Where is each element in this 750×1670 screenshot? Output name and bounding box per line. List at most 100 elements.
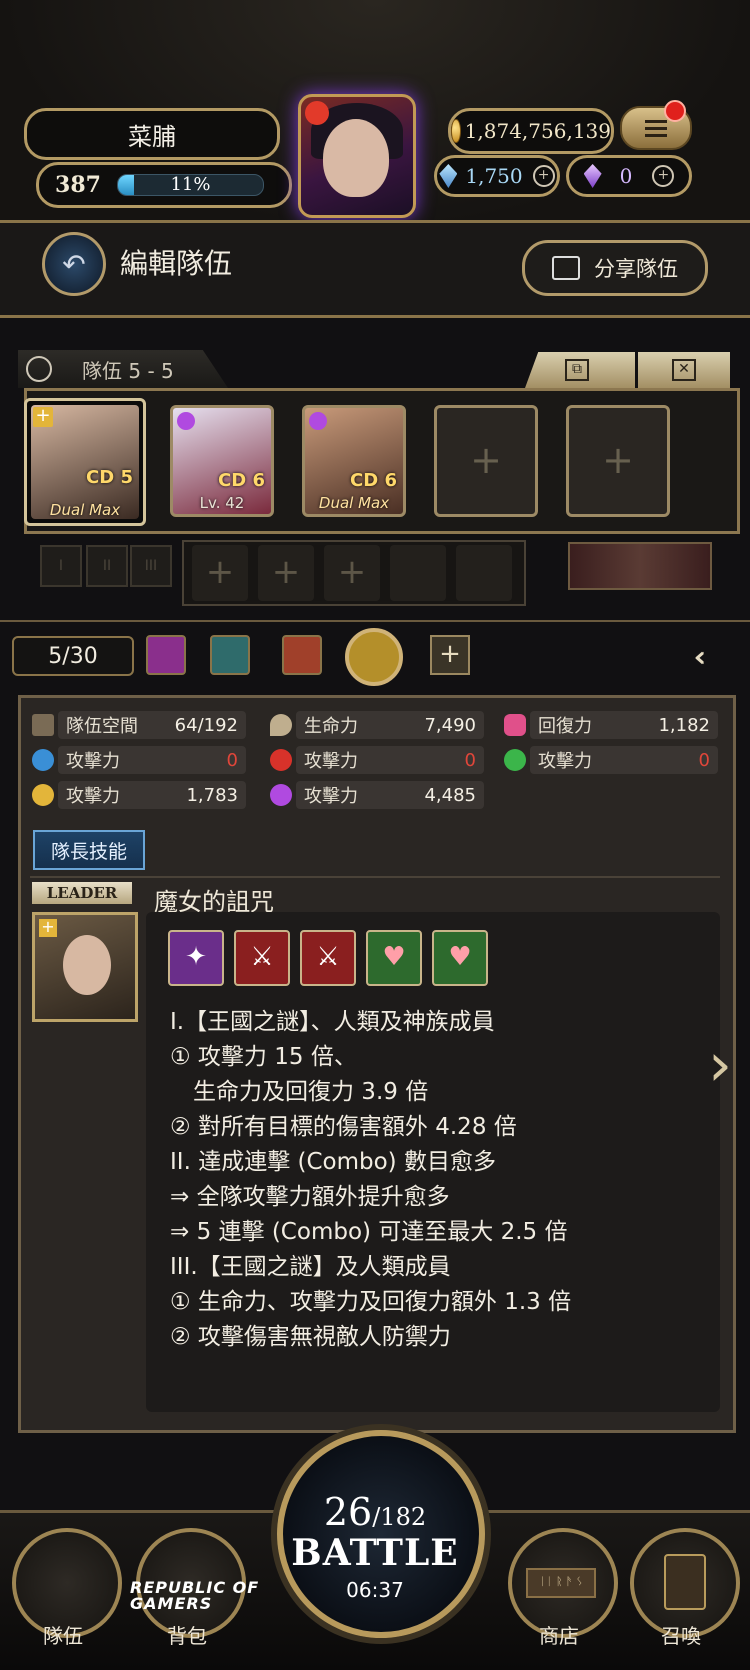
back-button[interactable]: ↶ — [42, 232, 106, 296]
player-avatar[interactable] — [298, 94, 416, 218]
leader-skill-tab[interactable]: 隊長技能 — [33, 830, 145, 870]
earth-attack-stat: 攻擊力 0 — [530, 746, 718, 774]
member-sub-label: Dual Max — [49, 501, 121, 519]
light-head-filter-icon[interactable] — [345, 628, 403, 686]
water-attack-stat: 攻擊力 0 — [58, 746, 246, 774]
xp-progress: 11% — [117, 174, 264, 196]
skill-line: ⇒ 5 連擊 (Combo) 可達至最大 2.5 倍 — [170, 1219, 568, 1245]
rune-slot-1[interactable]: I — [40, 545, 82, 587]
skill-line: ② 攻擊傷害無視敵人防禦力 — [170, 1324, 451, 1350]
nav-shop-label: 商店 — [539, 1624, 579, 1648]
add-diamond-icon[interactable]: + — [532, 165, 555, 187]
heart-plus-icon: ♥ — [432, 930, 488, 986]
cd-label: CD 5 — [86, 467, 133, 488]
earth-attribute-icon — [504, 749, 526, 771]
flag-icon — [32, 714, 54, 736]
stamina-timer: 06:37 — [346, 1578, 404, 1602]
water-attribute-icon — [32, 749, 54, 771]
share-team-button[interactable]: 分享隊伍 — [522, 240, 708, 296]
player-level: 387 — [55, 172, 101, 198]
flower-icon — [305, 101, 329, 125]
sword-break-icon: ✦ — [168, 930, 224, 986]
team-tab-label: 隊伍 5 - 5 — [82, 359, 174, 383]
divider — [30, 876, 720, 878]
team-slot-5-empty[interactable]: + — [566, 405, 670, 517]
stamina-current: 26 — [323, 1490, 373, 1534]
leader-portrait[interactable]: + — [32, 912, 138, 1022]
support-slot-5[interactable]: + — [456, 545, 512, 601]
soul-counter[interactable]: 0 + — [566, 155, 692, 197]
next-page-chevron-icon[interactable]: › — [708, 1030, 732, 1100]
nav-summon-label: 召喚 — [661, 1624, 701, 1648]
skill-line: I.【王國之謎】、人類及神族成員 — [170, 1009, 495, 1035]
cd-label: CD 6 — [218, 470, 265, 491]
drop-icon — [270, 714, 292, 736]
team-slot-4-empty[interactable]: + — [434, 405, 538, 517]
skill-line: ① 攻擊力 15 倍、 — [170, 1044, 357, 1070]
close-icon: ✕ — [672, 359, 696, 381]
gold-amount: 1,874,756,139 — [464, 119, 611, 143]
rog-watermark: REPUBLIC OF GAMERS — [130, 1578, 260, 1613]
battle-label[interactable]: BATTLE — [277, 1532, 473, 1574]
page-title: 編輯隊伍 — [120, 247, 233, 280]
add-support-2[interactable]: + — [258, 545, 314, 601]
team-slot-1[interactable]: + CD 5 Dual Max — [24, 398, 146, 526]
skill-line: III.【王國之謎】及人類成員 — [170, 1254, 451, 1280]
sword-up-icon: ⚔ — [234, 930, 290, 986]
dark-attribute-icon — [270, 784, 292, 806]
fire-attack-stat: 攻擊力 0 — [296, 746, 484, 774]
recovery-stat: 回復力 1,182 — [530, 711, 718, 739]
water-head-filter-icon[interactable] — [210, 635, 250, 675]
sword-up-icon: ⚔ — [300, 930, 356, 986]
nav-bag-label: 背包 — [167, 1624, 207, 1648]
add-filter-button[interactable]: + — [430, 635, 470, 675]
light-attribute-icon: + — [33, 407, 53, 427]
add-support-1[interactable]: + — [192, 545, 248, 601]
coin-icon — [451, 119, 461, 143]
share-label: 分享隊伍 — [594, 257, 678, 281]
craft-slot[interactable] — [568, 542, 712, 590]
clear-team-button[interactable]: ✕ — [638, 352, 730, 388]
dark-attribute-icon — [177, 412, 195, 430]
diamond-counter[interactable]: 1,750 + — [434, 155, 560, 197]
skill-line: ② 對所有目標的傷害額外 4.28 倍 — [170, 1114, 517, 1140]
light-attribute-icon — [32, 784, 54, 806]
dark-attribute-icon — [309, 412, 327, 430]
add-support-3[interactable]: + — [324, 545, 380, 601]
rune-slot-3[interactable]: III — [130, 545, 172, 587]
stamina-max: /182 — [372, 1503, 427, 1531]
notification-dot — [664, 100, 686, 122]
team-space-stat: 隊伍空間 64/192 — [58, 711, 246, 739]
dark-attack-stat: 攻擊力 4,485 — [296, 781, 484, 809]
player-name: 菜脯 — [24, 108, 280, 160]
copy-team-button[interactable]: ⧉ — [525, 352, 635, 388]
diamond-icon — [439, 164, 458, 188]
shop-sign: ᛁᛁ ᚱ ᚫ ᛊ — [526, 1568, 596, 1598]
soul-amount: 0 — [619, 164, 633, 188]
rune-slot-2[interactable]: II — [86, 545, 128, 587]
copy-icon: ⧉ — [565, 359, 589, 381]
nav-team-label: 隊伍 — [43, 1624, 83, 1648]
back-arrow-icon: ↶ — [62, 247, 86, 281]
team-slot-2[interactable]: CD 6 Lv. 42 — [170, 405, 274, 517]
leaf-icon — [26, 356, 52, 382]
hp-stat: 生命力 7,490 — [296, 711, 484, 739]
team-slot-3[interactable]: CD 6 Dual Max — [302, 405, 406, 517]
member-sub-label: Lv. 42 — [199, 494, 245, 512]
cd-label: CD 6 — [350, 470, 397, 491]
skill-line: ① 生命力、攻擊力及回復力額外 1.3 倍 — [170, 1289, 572, 1315]
light-attack-stat: 攻擊力 1,783 — [58, 781, 246, 809]
soul-crystal-icon — [583, 164, 602, 188]
fire-butterfly-filter-icon[interactable] — [282, 635, 322, 675]
light-attribute-icon: + — [39, 919, 57, 937]
level-xp-bar: 387 11% — [36, 162, 292, 208]
dark-butterfly-filter-icon[interactable] — [146, 635, 186, 675]
support-slot-4[interactable]: + — [390, 545, 446, 601]
fire-attribute-icon — [270, 749, 292, 771]
heart-icon — [504, 714, 526, 736]
member-sub-label: Dual Max — [318, 494, 390, 512]
skill-line: 生命力及回復力 3.9 倍 — [170, 1079, 429, 1105]
card-count: 5/30 — [12, 636, 134, 676]
menu-icon — [645, 119, 667, 123]
add-soul-icon[interactable]: + — [652, 165, 675, 187]
